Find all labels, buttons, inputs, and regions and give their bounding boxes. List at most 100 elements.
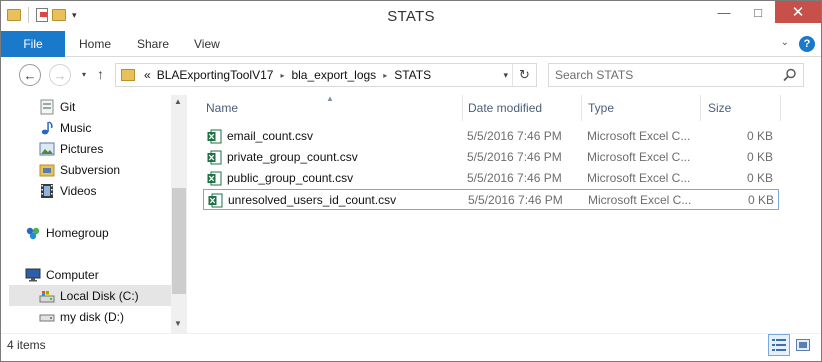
drive-icon (39, 314, 55, 321)
breadcrumb-item[interactable]: STATS (394, 68, 431, 82)
file-size: 0 KB (746, 129, 773, 143)
window-controls: — □ ✕ (707, 1, 821, 23)
nav-item-pictures[interactable]: Pictures (9, 138, 171, 159)
computer-icon (25, 268, 41, 281)
minimize-button[interactable]: — (707, 1, 741, 23)
scroll-up-chevron-icon[interactable]: ▲ (174, 97, 182, 106)
file-type: Microsoft Excel C... (587, 129, 691, 143)
excel-csv-file-icon (207, 150, 222, 165)
local-disk-icon (39, 290, 55, 302)
item-count: 4 items (7, 338, 46, 352)
tab-home[interactable]: Home (65, 31, 125, 57)
file-name: email_count.csv (227, 129, 314, 143)
git-folder-icon (40, 99, 54, 114)
column-divider[interactable] (462, 95, 463, 121)
search-input[interactable] (555, 67, 775, 83)
tab-share[interactable]: Share (123, 31, 183, 57)
folder-icon (121, 69, 135, 81)
nav-item-music[interactable]: Music (9, 117, 171, 138)
file-size: 0 KB (746, 150, 773, 164)
scroll-down-chevron-icon[interactable]: ▼ (174, 319, 182, 328)
file-date-modified: 5/5/2016 7:46 PM (468, 193, 563, 207)
address-bar[interactable]: « BLAExportingToolV17 ▸ bla_export_logs … (115, 63, 537, 87)
pictures-icon (39, 142, 55, 155)
window-title: STATS (387, 8, 435, 25)
nav-item-homegroup[interactable]: Homegroup (9, 222, 171, 243)
nav-item-label: my disk (D:) (60, 309, 124, 324)
title-bar: ▾ STATS — □ ✕ (1, 1, 821, 31)
excel-csv-file-icon (207, 129, 222, 144)
nav-item-videos[interactable]: Videos (9, 180, 171, 201)
breadcrumb-overflow[interactable]: « (144, 68, 151, 82)
nav-item-label: Subversion (60, 162, 121, 177)
nav-item-label: Git (60, 99, 76, 114)
file-date-modified: 5/5/2016 7:46 PM (467, 150, 562, 164)
file-row-selected[interactable]: unresolved_users_id_count.csv 5/5/2016 7… (203, 189, 779, 210)
file-date-modified: 5/5/2016 7:46 PM (467, 129, 562, 143)
ribbon-tabs: File Home Share View ⌄ ? (1, 31, 821, 57)
nav-item-label: Videos (60, 183, 97, 198)
file-row[interactable]: private_group_count.csv 5/5/2016 7:46 PM… (203, 147, 779, 168)
nav-item-label: Computer (46, 267, 99, 282)
address-history-chevron-icon[interactable]: ▾ (503, 70, 508, 81)
breadcrumb-item[interactable]: BLAExportingToolV17 (157, 68, 274, 82)
details-view-icon (772, 339, 786, 351)
file-list: ▲ Name Date modified Type Size email_cou… (187, 94, 821, 333)
column-header-date-modified[interactable]: Date modified (468, 95, 542, 121)
help-icon[interactable]: ? (799, 36, 815, 52)
up-arrow-icon[interactable]: ↑ (97, 66, 104, 82)
column-header-name[interactable]: Name (206, 95, 238, 121)
nav-item-label: Pictures (60, 141, 104, 156)
tab-file[interactable]: File (1, 31, 65, 57)
nav-item-label: Music (60, 120, 92, 135)
navigation-pane: Git Music Pictures Subversion Videos Hom… (1, 95, 187, 333)
column-divider[interactable] (581, 95, 582, 121)
file-row[interactable]: email_count.csv 5/5/2016 7:46 PM Microso… (203, 126, 779, 147)
videos-icon (41, 183, 53, 198)
navigation-pane-scrollbar[interactable]: ▲ ▼ (171, 95, 187, 333)
file-name: public_group_count.csv (227, 171, 354, 185)
column-divider[interactable] (780, 95, 781, 121)
column-header-type[interactable]: Type (588, 95, 614, 121)
close-button[interactable]: ✕ (775, 1, 821, 23)
refresh-button[interactable]: ↻ (512, 64, 536, 86)
scrollbar-thumb[interactable] (172, 188, 186, 294)
back-button[interactable]: ← (19, 64, 41, 86)
details-view-button[interactable] (768, 334, 790, 356)
breadcrumb-chevron-icon[interactable]: ▸ (280, 71, 284, 80)
expand-ribbon-chevron-icon[interactable]: ⌄ (781, 37, 789, 48)
file-type: Microsoft Excel C... (587, 150, 691, 164)
forward-button[interactable]: → (49, 64, 71, 86)
nav-item-label: Local Disk (C:) (60, 288, 139, 303)
nav-item-local-disk[interactable]: Local Disk (C:) (9, 285, 171, 306)
subversion-folder-icon (39, 164, 55, 176)
column-header-size[interactable]: Size (708, 95, 731, 121)
nav-item-computer[interactable]: Computer (9, 264, 171, 285)
explorer-window: ▾ STATS — □ ✕ File Home Share View ⌄ ? ←… (0, 0, 822, 362)
nav-item-git[interactable]: Git (9, 96, 171, 117)
search-icon[interactable] (783, 68, 797, 82)
maximize-button[interactable]: □ (741, 1, 775, 23)
nav-item-subversion[interactable]: Subversion (9, 159, 171, 180)
status-bar: 4 items (1, 333, 821, 361)
tab-view[interactable]: View (180, 31, 234, 57)
large-icons-view-button[interactable] (792, 334, 814, 356)
excel-csv-file-icon (208, 193, 223, 208)
file-name: unresolved_users_id_count.csv (228, 193, 397, 207)
recent-locations-chevron-icon[interactable]: ▾ (82, 70, 86, 79)
file-row[interactable]: public_group_count.csv 5/5/2016 7:46 PM … (203, 168, 779, 189)
music-icon (41, 120, 53, 134)
search-box[interactable] (548, 63, 804, 87)
breadcrumb-chevron-icon[interactable]: ▸ (383, 71, 387, 80)
file-date-modified: 5/5/2016 7:46 PM (467, 171, 562, 185)
file-type: Microsoft Excel C... (588, 193, 692, 207)
homegroup-icon (26, 227, 40, 239)
large-icons-view-icon (796, 339, 810, 351)
file-type: Microsoft Excel C... (587, 171, 691, 185)
excel-csv-file-icon (207, 171, 222, 186)
nav-item-my-disk[interactable]: my disk (D:) (9, 306, 171, 327)
file-size: 0 KB (746, 171, 773, 185)
breadcrumb-item[interactable]: bla_export_logs (291, 68, 376, 82)
column-divider[interactable] (700, 95, 701, 121)
navigation-bar: ← → ▾ ↑ « BLAExportingToolV17 ▸ bla_expo… (1, 58, 821, 92)
